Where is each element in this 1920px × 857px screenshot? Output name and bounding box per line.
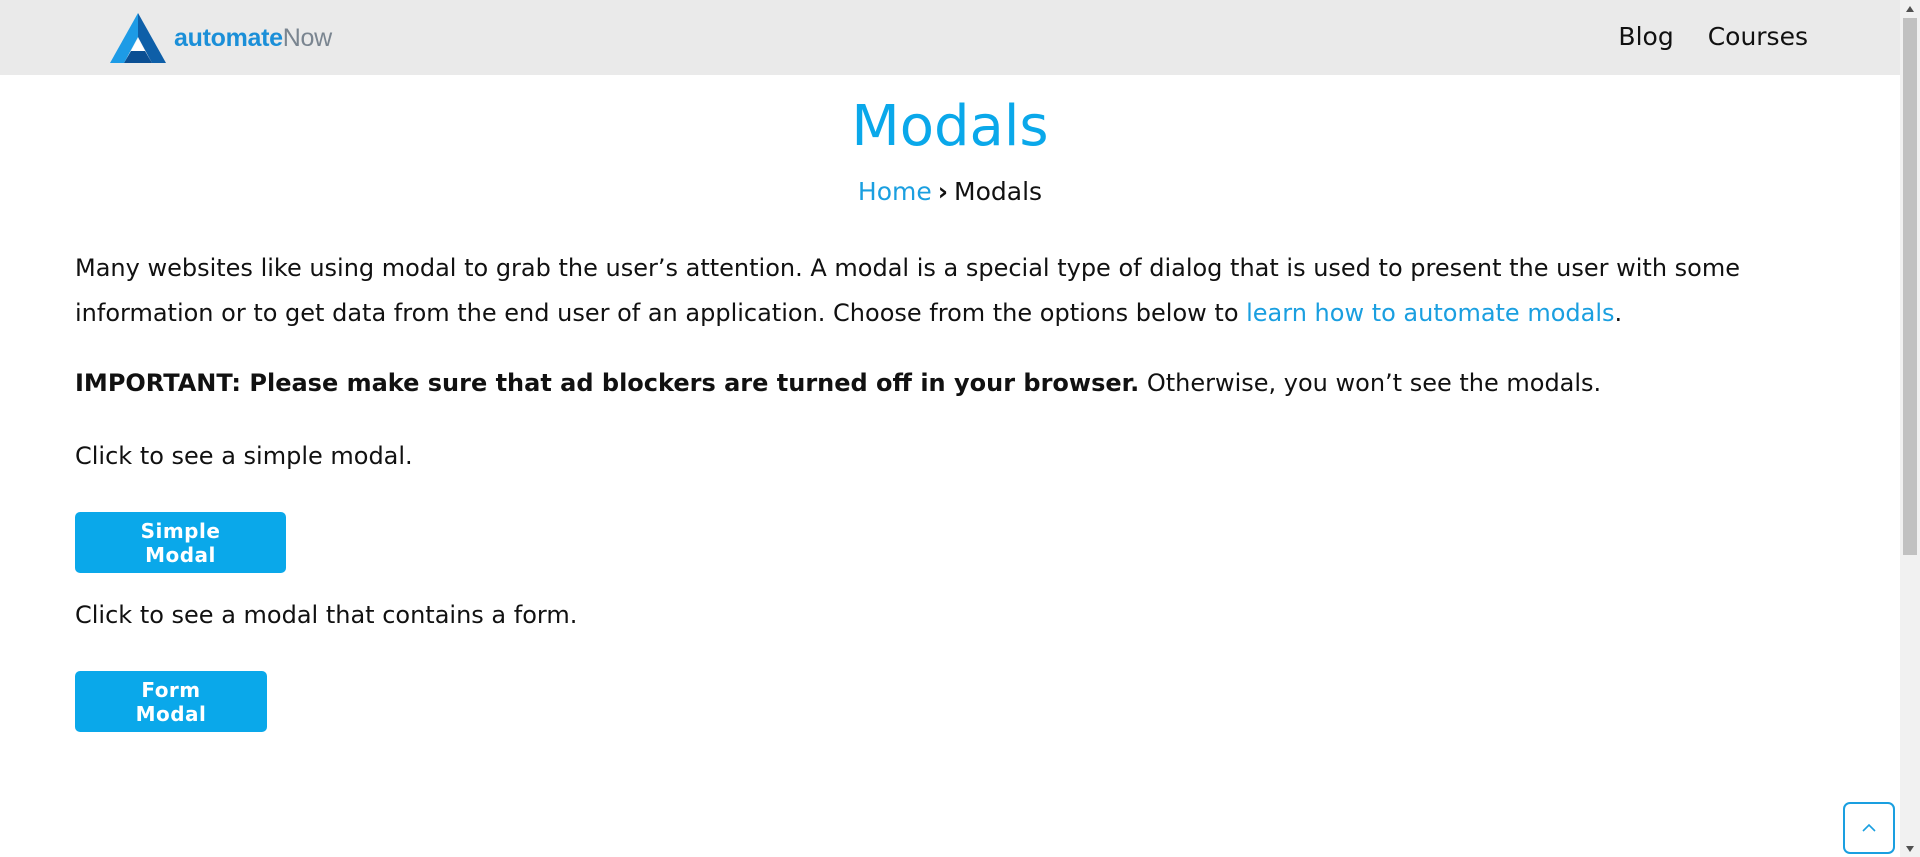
- intro-end: .: [1614, 299, 1623, 327]
- form-modal-description: Click to see a modal that contains a for…: [75, 601, 578, 629]
- vertical-scrollbar[interactable]: [1900, 0, 1920, 857]
- breadcrumb-separator: ›: [937, 177, 949, 206]
- site-header: automateNow Blog Courses: [0, 0, 1900, 75]
- logo-text: automateNow: [174, 11, 332, 65]
- simple-modal-description: Click to see a simple modal.: [75, 442, 413, 470]
- page: automateNow Blog Courses Modals Home › Mod…: [0, 0, 1900, 857]
- logo-text-primary: automate: [174, 24, 283, 52]
- breadcrumb-current: Modals: [954, 177, 1043, 206]
- scrollbar-thumb[interactable]: [1903, 18, 1917, 555]
- main-nav: Blog Courses: [1584, 0, 1808, 72]
- chevron-up-icon: [1862, 823, 1876, 832]
- form-modal-button[interactable]: Form Modal: [75, 671, 267, 732]
- important-bold-text: IMPORTANT: Please make sure that ad bloc…: [75, 369, 1140, 397]
- breadcrumb: Home › Modals: [0, 174, 1900, 210]
- scroll-to-top-button[interactable]: [1843, 802, 1895, 854]
- automatenow-logo-icon: [110, 13, 166, 63]
- page-title: Modals: [851, 94, 1049, 159]
- scroll-down-arrow-icon[interactable]: [1900, 840, 1920, 857]
- main-content: Many websites like using modal to grab t…: [75, 246, 1795, 732]
- scroll-up-arrow-icon[interactable]: [1900, 0, 1920, 17]
- intro-paragraph: Many websites like using modal to grab t…: [75, 246, 1775, 336]
- nav-courses-link[interactable]: Courses: [1708, 22, 1808, 51]
- nav-blog-link[interactable]: Blog: [1618, 22, 1673, 51]
- learn-automate-modals-link[interactable]: learn how to automate modals: [1246, 299, 1614, 327]
- important-rest-text: Otherwise, you won’t see the modals.: [1139, 369, 1602, 397]
- simple-modal-button[interactable]: Simple Modal: [75, 512, 286, 573]
- logo-link[interactable]: automateNow: [108, 11, 332, 65]
- important-notice: IMPORTANT: Please make sure that ad bloc…: [75, 368, 1601, 398]
- logo-text-secondary: Now: [282, 24, 332, 52]
- breadcrumb-home-link[interactable]: Home: [858, 177, 932, 206]
